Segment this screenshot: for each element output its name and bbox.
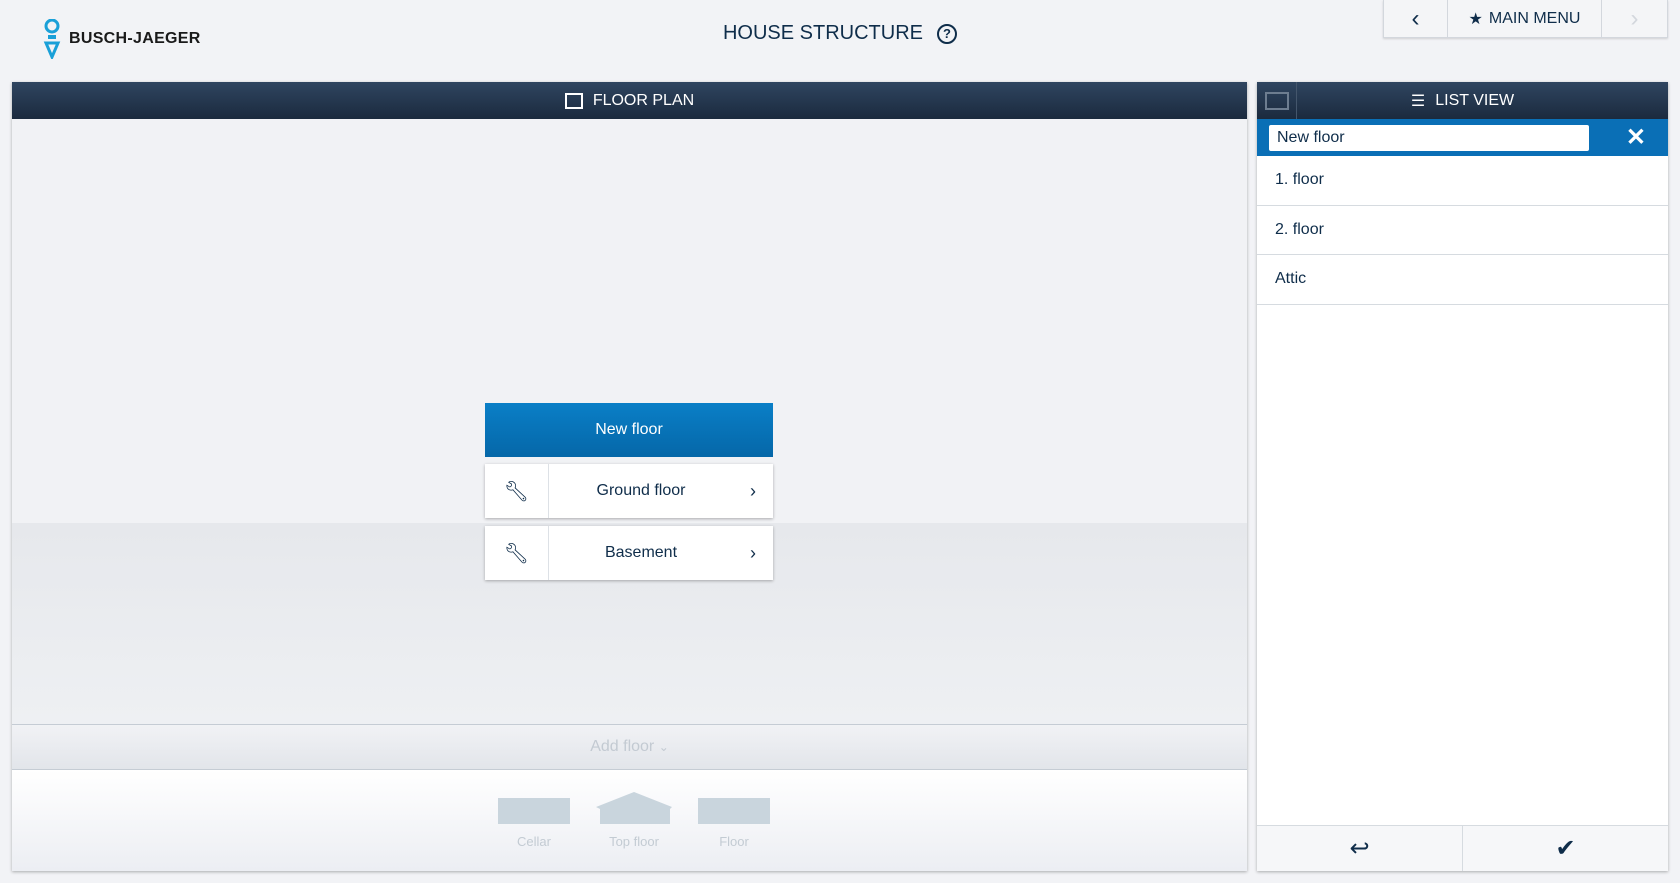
floor-plan-icon [564, 92, 583, 109]
template-floor[interactable]: Floor [694, 798, 774, 849]
template-top-floor[interactable]: Top floor [594, 792, 674, 849]
floor-basement[interactable]: 🔧︎ Basement › [485, 526, 773, 580]
back-button[interactable]: ‹ [1384, 0, 1448, 37]
wrench-icon[interactable]: 🔧︎ [485, 526, 549, 580]
chevron-right-icon: › [750, 542, 756, 563]
floor-icon [698, 798, 770, 824]
list-item[interactable]: 1. floor [1257, 156, 1668, 206]
floor-label: Ground floor [596, 482, 686, 499]
template-cellar[interactable]: Cellar [494, 798, 574, 849]
template-label: Cellar [517, 834, 551, 849]
floor-ground-floor[interactable]: 🔧︎ Ground floor › [485, 464, 773, 518]
confirm-button[interactable]: ✔ [1463, 826, 1668, 871]
floor-templates: Cellar Top floor Floor [12, 770, 1247, 871]
chevron-right-icon: › [750, 480, 756, 501]
floor-plan-panel: FLOOR PLAN New floor 🔧︎ Ground floor › 🔧… [12, 82, 1247, 871]
list-icon: ☰ [1410, 92, 1426, 110]
help-icon[interactable]: ? [937, 23, 957, 44]
template-label: Floor [719, 834, 749, 849]
top-floor-icon [596, 792, 672, 824]
list-footer: ↩ ✔ [1257, 825, 1668, 871]
list-view-header: ☰ LIST VIEW [1257, 82, 1668, 119]
floor-label: Basement [604, 544, 678, 561]
list-item[interactable]: 2. floor [1257, 206, 1668, 255]
cellar-icon [498, 798, 570, 824]
star-icon: ★ [1468, 10, 1483, 28]
wrench-icon[interactable]: 🔧︎ [485, 464, 549, 518]
reply-arrow-icon: ↩ [1349, 835, 1370, 862]
floor-plan-header: FLOOR PLAN [12, 82, 1247, 119]
list-view-panel: ☰ LIST VIEW ✕ 1. floor 2. floor Attic ↩ … [1257, 82, 1668, 871]
floor-name-bar: ✕ [1257, 119, 1668, 156]
list-item[interactable]: Attic [1257, 255, 1668, 305]
page-title-text: HOUSE STRUCTURE [722, 22, 923, 45]
add-floor-label: Add floor [590, 738, 655, 755]
template-label: Top floor [609, 834, 659, 849]
add-floor-toggle[interactable]: Add floor ⌄ [12, 724, 1247, 770]
main-menu-button[interactable]: ★ MAIN MENU [1448, 0, 1602, 37]
floor-name-input[interactable] [1269, 124, 1589, 151]
top-navigation: ‹ ★ MAIN MENU › [1383, 0, 1668, 38]
floor-list: 1. floor 2. floor Attic [1257, 156, 1668, 305]
forward-button[interactable]: › [1602, 0, 1667, 37]
chevron-down-icon: ⌄ [658, 740, 669, 754]
close-icon[interactable]: ✕ [1626, 123, 1646, 152]
collapse-panel-icon[interactable] [1257, 82, 1297, 119]
checkmark-icon: ✔ [1555, 835, 1576, 862]
main-menu-label: MAIN MENU [1488, 9, 1581, 27]
undo-button[interactable]: ↩ [1257, 826, 1463, 871]
list-view-title: LIST VIEW [1435, 91, 1515, 109]
new-floor-button[interactable]: New floor [485, 403, 773, 457]
floor-plan-title: FLOOR PLAN [592, 91, 695, 109]
